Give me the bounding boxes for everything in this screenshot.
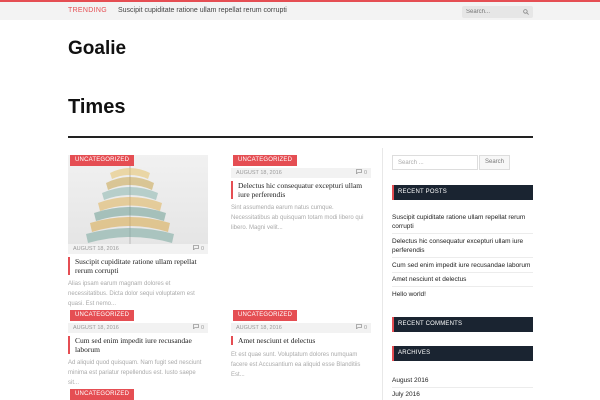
divider	[392, 257, 533, 258]
title-divider	[68, 136, 533, 138]
post-excerpt: Ad aliquid quod quisquam. Nam fugit sed …	[68, 360, 202, 386]
post-excerpt: Et est quae sunt. Voluptatum dolores num…	[231, 352, 361, 378]
trending-headline-link[interactable]: Suscipit cupiditate ratione ullam repell…	[118, 7, 287, 14]
top-bar: TRENDING Suscipit cupiditate ratione ull…	[0, 0, 600, 20]
top-search-box[interactable]	[462, 6, 533, 18]
category-badge[interactable]: UNCATEGORIZED	[70, 310, 135, 321]
post-meta: AUGUST 18, 2016 0	[231, 323, 371, 333]
post-date: AUGUST 18, 2016	[73, 325, 119, 331]
comment-icon	[193, 245, 200, 251]
recent-comments-heading: RECENT COMMENTS	[392, 317, 533, 332]
recent-post-link[interactable]: Amet nesciunt et delectus	[392, 275, 533, 284]
post-thumbnail-image[interactable]	[68, 155, 208, 245]
comment-count[interactable]: 0	[356, 323, 367, 333]
comment-count[interactable]: 0	[193, 323, 204, 333]
category-badge[interactable]: UNCATEGORIZED	[70, 155, 135, 166]
recent-post-link[interactable]: Hello world!	[392, 290, 533, 299]
recent-post-link[interactable]: Cum sed enim impedit iure recusandae lab…	[392, 261, 533, 270]
post-meta: AUGUST 18, 2016 0	[231, 168, 371, 178]
top-search-input[interactable]	[466, 7, 522, 17]
archive-link[interactable]: August 2016	[392, 376, 533, 385]
recent-post-link[interactable]: Delectus hic consequatur excepturi ullam…	[392, 237, 533, 255]
post-title-link[interactable]: Cum sed enim impedit iure recusandae lab…	[68, 336, 208, 354]
post-title-link[interactable]: Amet nesciunt et delectus	[231, 336, 371, 345]
post-date: AUGUST 18, 2016	[236, 325, 282, 331]
sidebar-search-button[interactable]: Search	[479, 155, 510, 170]
comment-count[interactable]: 0	[356, 168, 367, 178]
comment-count[interactable]: 0	[193, 244, 204, 254]
category-badge[interactable]: UNCATEGORIZED	[233, 155, 298, 166]
comment-icon	[356, 324, 363, 330]
post-title-link[interactable]: Delectus hic consequatur excepturi ullam…	[231, 181, 371, 199]
page-title: Times	[68, 96, 126, 118]
archive-link[interactable]: July 2016	[392, 390, 533, 399]
post-meta: AUGUST 18, 2016 0	[68, 323, 208, 333]
divider	[392, 286, 533, 287]
post-title-link[interactable]: Suscipit cupiditate ratione ullam repell…	[68, 257, 208, 275]
comment-icon	[356, 169, 363, 175]
site-logo[interactable]: Goalie	[68, 38, 126, 60]
post-date: AUGUST 18, 2016	[73, 246, 119, 252]
comment-count-value: 0	[363, 170, 367, 176]
divider	[392, 387, 533, 388]
trending-label: TRENDING	[68, 7, 107, 14]
divider	[392, 233, 533, 234]
comment-count-value: 0	[363, 325, 367, 331]
divider	[392, 272, 533, 273]
post-excerpt: Alias ipsam earum magnam dolores et nece…	[68, 281, 195, 307]
comment-count-value: 0	[200, 325, 204, 331]
post-date: AUGUST 18, 2016	[236, 170, 282, 176]
hangers-image	[86, 155, 174, 245]
category-badge[interactable]: UNCATEGORIZED	[233, 310, 298, 321]
post-meta: AUGUST 18, 2016 0	[68, 244, 208, 254]
recent-post-link[interactable]: Suscipit cupiditate ratione ullam repell…	[392, 213, 533, 231]
category-badge[interactable]: UNCATEGORIZED	[70, 389, 135, 400]
sidebar-divider	[382, 148, 383, 400]
recent-posts-heading: RECENT POSTS	[392, 185, 533, 200]
sidebar-search-input[interactable]: Search ...	[392, 155, 478, 170]
archives-heading: ARCHIVES	[392, 346, 533, 361]
comment-icon	[193, 324, 200, 330]
post-excerpt: Sint assumenda earum natus cumque. Neces…	[231, 205, 364, 231]
comment-count-value: 0	[200, 246, 204, 252]
search-icon[interactable]	[523, 9, 529, 15]
